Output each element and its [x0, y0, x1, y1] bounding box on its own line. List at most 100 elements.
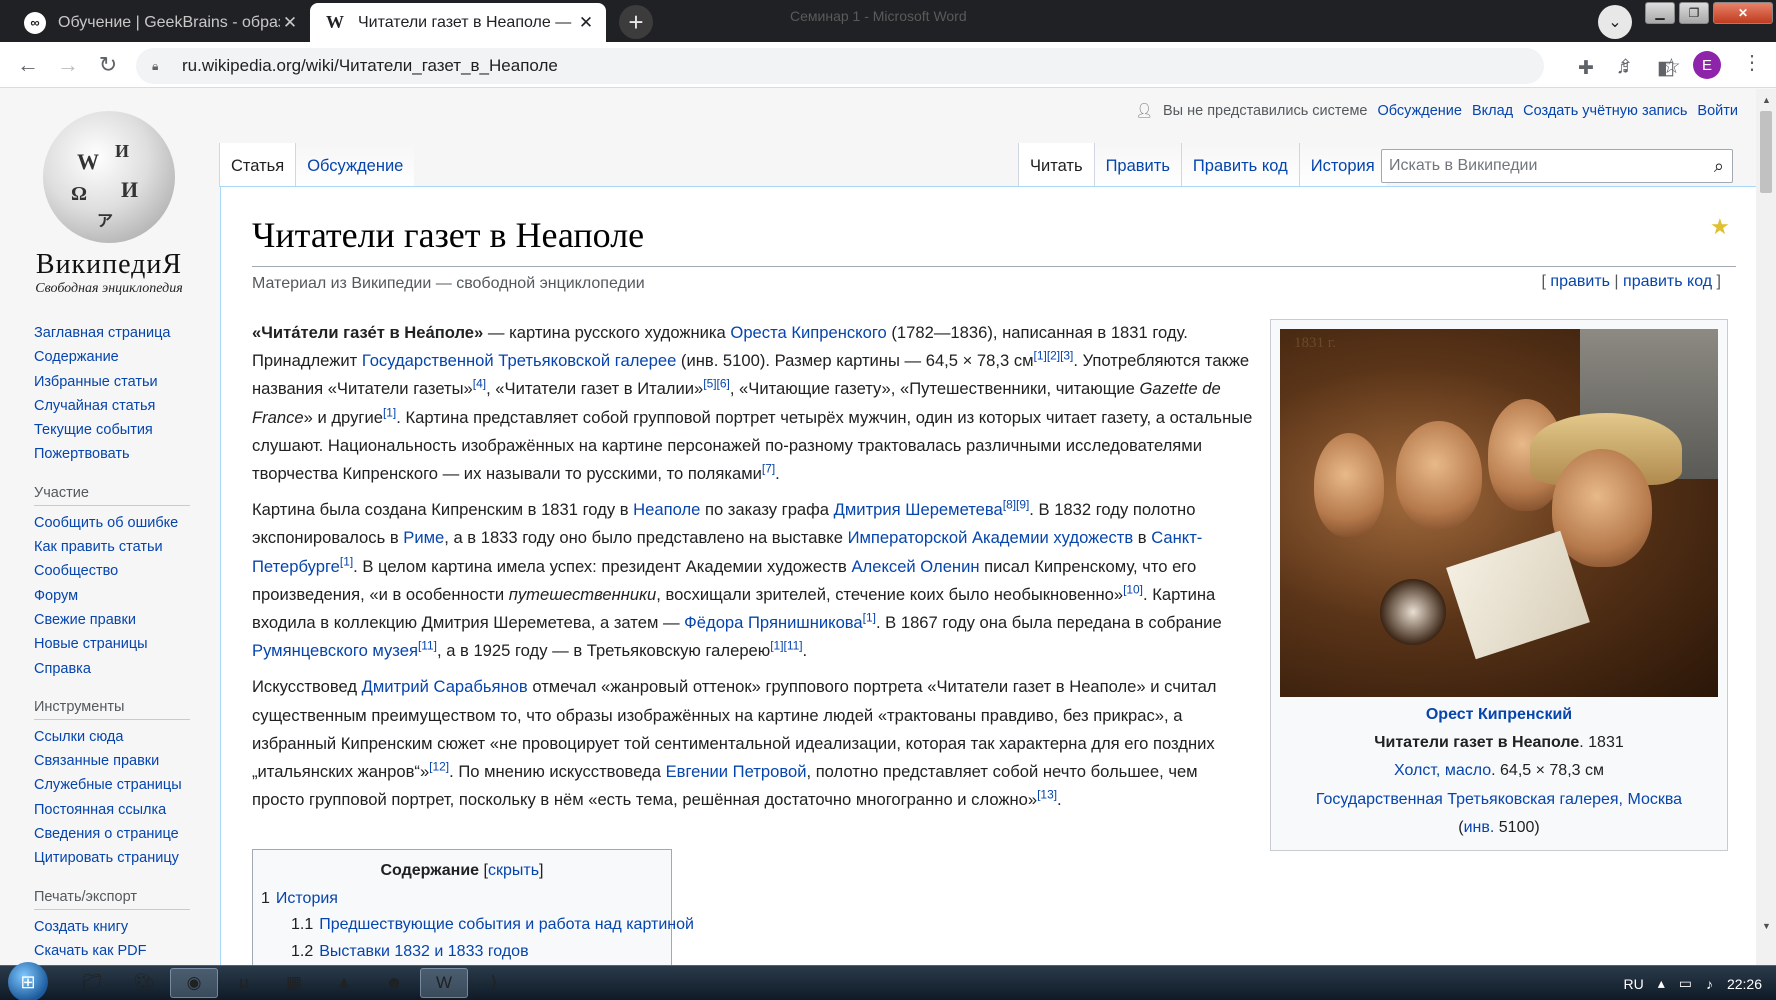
search-icon[interactable]: ⌕	[1714, 156, 1724, 177]
infobox-inventory-link[interactable]: инв.	[1464, 819, 1495, 836]
toc-item[interactable]: 1.2 Выставки 1832 и 1833 годов	[261, 939, 663, 965]
edit-code-link[interactable]: править код	[1623, 273, 1712, 290]
toc-item[interactable]: 1 История	[261, 886, 663, 912]
link-sheremetev[interactable]: Дмитрия Шереметева	[834, 500, 1003, 519]
minimize-window-button[interactable]: ▁	[1645, 2, 1675, 24]
footnote-ref[interactable]: [10]	[1123, 582, 1143, 596]
close-tab-icon[interactable]: ✕	[280, 13, 300, 33]
volume-icon[interactable]: ♪	[1706, 976, 1713, 992]
footnote-ref[interactable]: [1]	[863, 611, 876, 625]
tray-chevron-icon[interactable]: ▴	[1658, 975, 1665, 992]
new-tab-button[interactable]: +	[619, 5, 653, 39]
link-rome[interactable]: Риме	[403, 528, 444, 547]
network-icon[interactable]: ▭	[1679, 975, 1692, 992]
tab-history[interactable]: История	[1298, 143, 1386, 187]
sidebar-item-community[interactable]: Сообщество	[34, 559, 214, 583]
tab-edit[interactable]: Править	[1093, 143, 1181, 187]
footnote-ref[interactable]: [8][9]	[1003, 498, 1030, 512]
torrent-icon[interactable]: µ	[220, 968, 268, 998]
wikipedia-logo[interactable]: W И Ω И ア ВикипедиЯ Свободная энциклопед…	[26, 111, 192, 297]
word-icon[interactable]: W	[420, 968, 468, 998]
link-kiprensky[interactable]: Ореста Кипренского	[730, 323, 886, 342]
create-account-link[interactable]: Создать учётную запись	[1523, 103, 1687, 119]
sidebar-item-report-error[interactable]: Сообщить об ошибке	[34, 511, 214, 535]
extensions-puzzle-icon[interactable]: ✚	[1578, 57, 1594, 80]
sidebar-item-special-pages[interactable]: Служебные страницы	[34, 773, 214, 797]
back-arrow-icon[interactable]: ←	[12, 49, 44, 81]
footnote-ref[interactable]: [13]	[1037, 788, 1057, 802]
vscode-icon[interactable]: ⟩	[470, 968, 518, 998]
sidebar-item-help[interactable]: Справка	[34, 657, 214, 681]
yandex-icon[interactable]: ▲	[320, 968, 368, 998]
link-pryanishnikov[interactable]: Фёдора Прянишникова	[684, 613, 863, 632]
reload-icon[interactable]: ↻	[92, 49, 124, 81]
footnote-ref[interactable]: [1]	[340, 554, 353, 568]
infobox-museum-link[interactable]: Государственная Третьяковская галерея, М…	[1316, 791, 1682, 808]
footnote-ref[interactable]: [1][11]	[770, 639, 802, 653]
close-tab-icon[interactable]: ✕	[576, 13, 596, 33]
sidebar-item-current-events[interactable]: Текущие события	[34, 418, 214, 442]
sidebar-item-recent-changes[interactable]: Свежие правки	[34, 608, 214, 632]
tab-talk[interactable]: Обсуждение	[295, 143, 415, 187]
scrollbar-thumb[interactable]	[1760, 111, 1772, 193]
link-academy[interactable]: Императорской Академии художеств	[848, 528, 1134, 547]
footnote-ref[interactable]: [12]	[429, 760, 449, 774]
link-olenin[interactable]: Алексей Оленин	[851, 557, 979, 576]
login-link[interactable]: Войти	[1697, 103, 1738, 119]
tab-edit-source[interactable]: Править код	[1180, 143, 1299, 187]
browser-tab-geekbrains[interactable]: ∞ Обучение | GeekBrains - образо ✕	[10, 3, 310, 42]
chrome-icon[interactable]: ◉	[170, 968, 218, 998]
link-petrova[interactable]: Евгении Петровой	[666, 762, 807, 781]
link-naples[interactable]: Неаполе	[633, 500, 700, 519]
scroll-down-icon[interactable]: ▼	[1762, 921, 1771, 931]
footnote-ref[interactable]: [7]	[762, 461, 775, 475]
sidebar-item-how-to-edit[interactable]: Как править статьи	[34, 535, 214, 559]
media-control-icon[interactable]: ♫	[1616, 57, 1630, 79]
sidebar-item-related-changes[interactable]: Связанные правки	[34, 749, 214, 773]
sidebar-item-featured[interactable]: Избранные статьи	[34, 370, 214, 394]
calendar-app-icon[interactable]: ▦	[270, 968, 318, 998]
footnote-ref[interactable]: [5][6]	[703, 377, 730, 391]
profile-avatar[interactable]: E	[1693, 51, 1721, 79]
forward-arrow-icon[interactable]: →	[52, 49, 84, 81]
page-scrollbar[interactable]: ▲ ▼	[1756, 89, 1776, 965]
sidebar-item-permalink[interactable]: Постоянная ссылка	[34, 798, 214, 822]
address-bar[interactable]: 🔒︎ ru.wikipedia.org/wiki/Читатели_газет_…	[136, 48, 1681, 84]
windows-start-icon[interactable]: ⊞	[8, 962, 48, 1000]
side-panel-icon[interactable]: ◧	[1657, 57, 1675, 80]
personal-contrib-link[interactable]: Вклад	[1472, 103, 1513, 119]
close-window-button[interactable]: ✕	[1713, 2, 1773, 24]
file-explorer-icon[interactable]: 📁︎	[68, 968, 116, 998]
scroll-up-icon[interactable]: ▲	[1762, 95, 1771, 105]
footnote-ref[interactable]: [4]	[473, 377, 486, 391]
footnote-ref[interactable]: [11]	[418, 639, 437, 653]
footnote-ref[interactable]: [1]	[383, 405, 396, 419]
url-text[interactable]: ru.wikipedia.org/wiki/Читатели_газет_в_Н…	[182, 56, 558, 76]
sidebar-item-download-pdf[interactable]: Скачать как PDF	[34, 939, 214, 963]
paint-icon[interactable]: 🎨︎	[120, 968, 168, 998]
link-rumyantsev-museum[interactable]: Румянцевского музея	[252, 641, 418, 660]
wiki-search-input[interactable]: Искать в Википедии ⌕	[1381, 149, 1733, 183]
footnote-ref[interactable]: [1][2][3]	[1034, 349, 1074, 363]
edit-link[interactable]: править	[1550, 273, 1610, 290]
infobox-author-link[interactable]: Орест Кипренский	[1426, 706, 1572, 723]
link-sarabyanov[interactable]: Дмитрий Сарабьянов	[362, 677, 528, 696]
language-indicator[interactable]: RU	[1623, 976, 1643, 992]
browser-menu-icon[interactable]: ⋮	[1742, 50, 1762, 75]
link-tretyakov-gallery[interactable]: Государственной Третьяковской галерее	[362, 351, 677, 370]
tab-search-chevron-icon[interactable]: ⌄	[1598, 5, 1632, 39]
tab-read[interactable]: Читать	[1018, 143, 1094, 187]
sidebar-item-forum[interactable]: Форум	[34, 584, 214, 608]
sidebar-item-create-book[interactable]: Создать книгу	[34, 915, 214, 939]
clock[interactable]: 22:26	[1727, 976, 1762, 992]
infobox-medium-link[interactable]: Холст, масло	[1394, 762, 1491, 779]
sidebar-item-random[interactable]: Случайная статья	[34, 394, 214, 418]
sidebar-item-donate[interactable]: Пожертвовать	[34, 442, 214, 466]
toc-toggle-link[interactable]: скрыть	[488, 862, 539, 879]
painting-image[interactable]: 1831 г.	[1280, 329, 1718, 697]
lock-icon[interactable]: 🔒︎	[152, 59, 166, 73]
browser-tab-wikipedia[interactable]: W Читатели газет в Неаполе — Ви ✕	[310, 3, 606, 42]
tab-article[interactable]: Статья	[219, 143, 296, 187]
sidebar-item-what-links-here[interactable]: Ссылки сюда	[34, 725, 214, 749]
messenger-icon[interactable]: ☻	[370, 968, 418, 998]
